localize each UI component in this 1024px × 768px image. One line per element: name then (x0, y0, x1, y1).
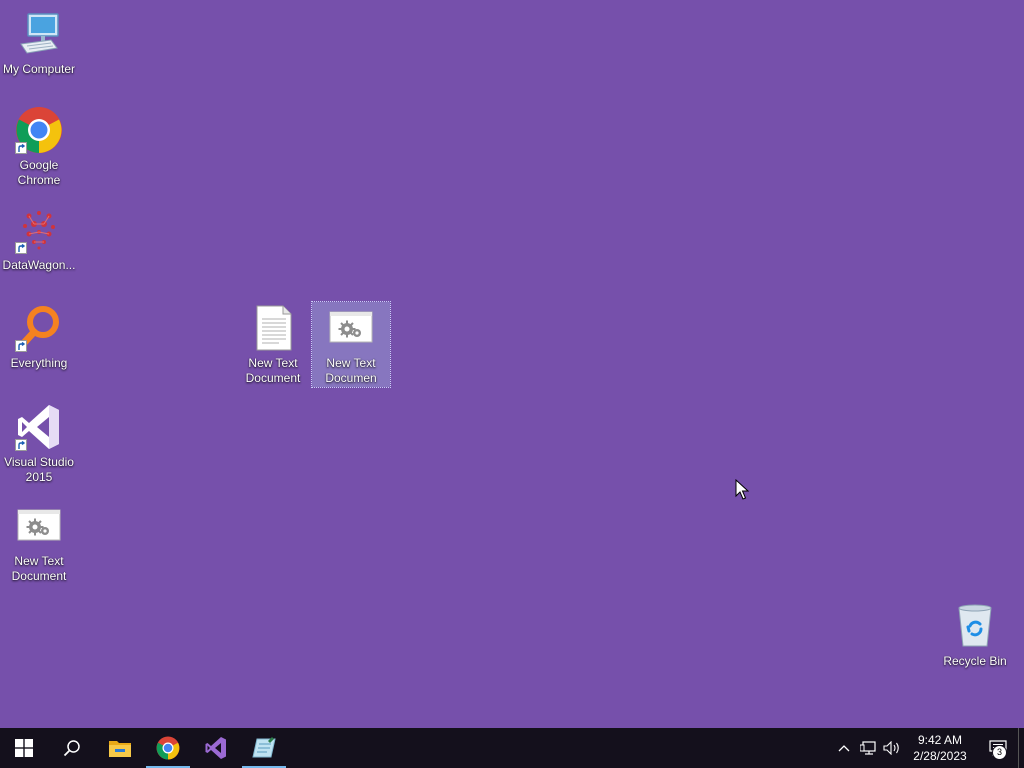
search-icon (63, 740, 80, 757)
taskbar-file-explorer[interactable] (96, 728, 144, 768)
clock[interactable]: 9:42 AM 2/28/2023 (908, 732, 972, 764)
notification-count-badge: 3 (992, 745, 1007, 760)
mouse-cursor-icon (735, 479, 749, 500)
chevron-up-icon (838, 745, 850, 752)
desktop-icon-label: Google Chrome (17, 158, 61, 187)
taskbar-notepad[interactable] (240, 728, 288, 768)
show-hidden-icons-button[interactable] (832, 728, 856, 768)
desktop-icon-label: Visual Studio 2015 (4, 455, 74, 484)
desktop-icon-visual-studio[interactable]: Visual Studio 2015 (0, 401, 78, 485)
desktop-icon-google-chrome[interactable]: Google Chrome (0, 104, 78, 188)
taskbar-chrome[interactable] (144, 728, 192, 768)
network-icon (860, 741, 876, 755)
gear-document-icon (15, 502, 63, 550)
desktop-icon-label: New Text Document (245, 356, 301, 385)
show-desktop-button[interactable] (1018, 728, 1024, 768)
desktop-icon-recycle-bin[interactable]: Recycle Bin (936, 600, 1014, 669)
taskbar-visual-studio[interactable] (192, 728, 240, 768)
file-explorer-icon (109, 741, 131, 757)
volume-button[interactable] (880, 728, 904, 768)
search-button[interactable] (48, 728, 96, 768)
desktop-icon-new-text-document-2[interactable]: New Text Documen (311, 301, 391, 388)
desktop-icon-datawagon[interactable]: DataWagon... (0, 204, 78, 273)
desktop-icon-label: Everything (10, 356, 68, 370)
desktop-icon-label: My Computer (2, 62, 76, 76)
desktop-icon-label: DataWagon... (2, 258, 76, 272)
datawagon-icon (15, 206, 63, 254)
clock-date: 2/28/2023 (913, 749, 967, 763)
desktop-icon-label: New Text Documen (325, 356, 377, 385)
desktop-icon-new-text-document-1[interactable]: New Text Document (234, 302, 312, 386)
desktop-icon-label: New Text Document (11, 554, 67, 583)
desktop-icon-everything[interactable]: Everything (0, 302, 78, 371)
visual-studio-icon (205, 737, 226, 759)
computer-icon (15, 10, 63, 58)
shortcut-arrow-icon (15, 340, 27, 352)
start-button[interactable] (0, 728, 48, 768)
taskbar: 9:42 AM 2/28/2023 3 (0, 728, 1024, 768)
chrome-icon (156, 736, 180, 760)
visual-studio-icon (15, 403, 63, 451)
shortcut-arrow-icon (15, 242, 27, 254)
system-tray: 9:42 AM 2/28/2023 3 (832, 728, 1024, 768)
desktop[interactable]: My Computer Google Chrome DataWagon... E… (0, 0, 1024, 728)
text-document-icon (249, 304, 297, 352)
notepad-icon (252, 737, 276, 758)
windows-start-icon (15, 739, 33, 757)
network-button[interactable] (856, 728, 880, 768)
everything-search-icon (15, 304, 63, 352)
action-center-button[interactable]: 3 (978, 728, 1018, 768)
shortcut-arrow-icon (15, 142, 27, 154)
desktop-icon-new-text-document[interactable]: New Text Document (0, 500, 78, 584)
chrome-icon (15, 106, 63, 154)
clock-time: 9:42 AM (917, 733, 963, 747)
recycle-bin-icon (951, 602, 999, 650)
volume-icon (883, 741, 899, 755)
desktop-icon-my-computer[interactable]: My Computer (0, 8, 78, 77)
shortcut-arrow-icon (15, 439, 27, 451)
desktop-icon-label: Recycle Bin (943, 654, 1007, 668)
gear-document-icon (327, 304, 375, 352)
